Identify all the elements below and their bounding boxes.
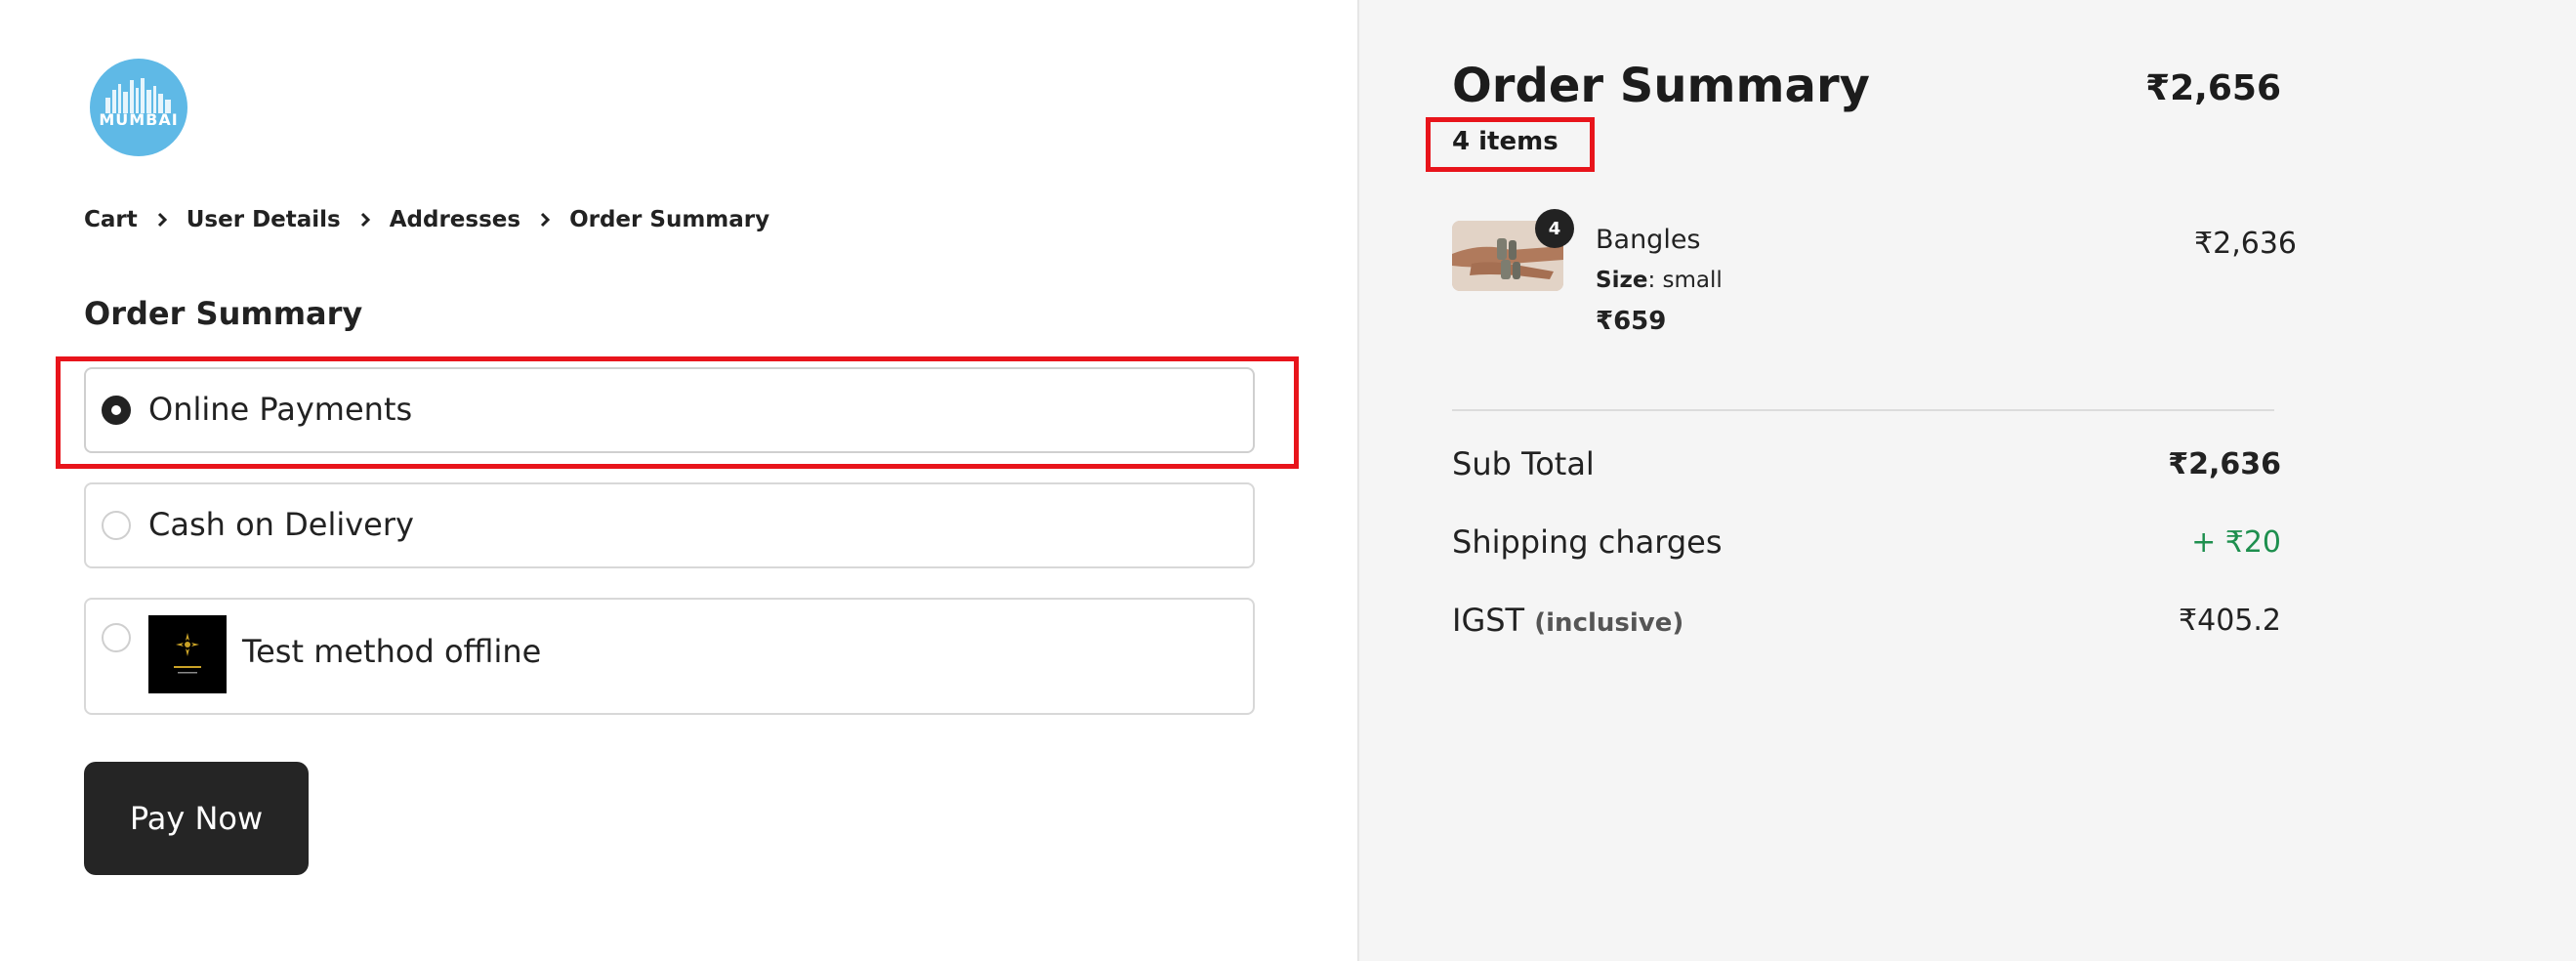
- chevron-right-icon: [145, 203, 179, 236]
- chevron-right-icon: [349, 203, 382, 236]
- tax-label: IGST (inclusive): [1452, 602, 1683, 639]
- tax-note: (inclusive): [1534, 608, 1684, 638]
- breadcrumb-order-summary: Order Summary: [569, 207, 770, 232]
- subtotal-value: ₹2,636: [2168, 447, 2281, 481]
- breadcrumb-cart[interactable]: Cart: [84, 207, 138, 232]
- item-unit-price: ₹659: [1596, 307, 1667, 336]
- quantity-badge: 4: [1535, 209, 1574, 248]
- item-line-total: ₹2,636: [2194, 227, 2297, 261]
- section-title: Order Summary: [84, 295, 363, 332]
- breadcrumb-addresses[interactable]: Addresses: [390, 207, 520, 232]
- chevron-right-icon: [528, 203, 561, 236]
- payment-option-label: Online Payments: [148, 391, 413, 428]
- shipping-label: Shipping charges: [1452, 523, 1723, 561]
- subtotal-label: Sub Total: [1452, 445, 1595, 482]
- brand-mark-icon: [174, 633, 201, 674]
- payment-option-test-offline[interactable]: Test method offline: [84, 598, 1255, 715]
- item-size-label: Size: [1596, 268, 1648, 293]
- breadcrumb-user-details[interactable]: User Details: [187, 207, 341, 232]
- logo-wordmark: MUMBAI: [99, 110, 179, 129]
- radio-online-payments[interactable]: [102, 396, 131, 425]
- skyline-icon: [105, 78, 171, 113]
- radio-cash-on-delivery[interactable]: [102, 511, 131, 540]
- order-summary-panel: Order Summary ₹2,656 4 items 4 Bangles S…: [1357, 0, 2576, 961]
- item-size-value: : small: [1647, 268, 1723, 293]
- items-count: 4 items: [1452, 127, 1558, 156]
- pay-now-button[interactable]: Pay Now: [84, 762, 309, 875]
- item-name: Bangles: [1596, 225, 1701, 255]
- summary-divider: [1452, 409, 2274, 411]
- item-size: Size: small: [1596, 268, 1723, 293]
- payment-option-cod[interactable]: Cash on Delivery: [84, 482, 1255, 568]
- breadcrumb: Cart User Details Addresses Order Summar…: [84, 203, 769, 236]
- checkout-left-panel: MUMBAI Cart User Details Addresses Order…: [0, 0, 1357, 961]
- payment-option-label: Test method offline: [242, 633, 542, 670]
- summary-total: ₹2,656: [2145, 68, 2281, 108]
- radio-test-method-offline[interactable]: [102, 623, 131, 652]
- tax-value: ₹405.2: [2179, 604, 2281, 638]
- payment-method-logo: [148, 615, 227, 693]
- shipping-value: + ₹20: [2191, 525, 2281, 560]
- summary-title: Order Summary: [1452, 59, 1870, 113]
- store-logo[interactable]: MUMBAI: [84, 57, 193, 166]
- payment-option-online[interactable]: Online Payments: [84, 367, 1255, 453]
- payment-option-label: Cash on Delivery: [148, 506, 414, 543]
- tax-name: IGST: [1452, 602, 1525, 639]
- logo-circle: MUMBAI: [90, 59, 187, 156]
